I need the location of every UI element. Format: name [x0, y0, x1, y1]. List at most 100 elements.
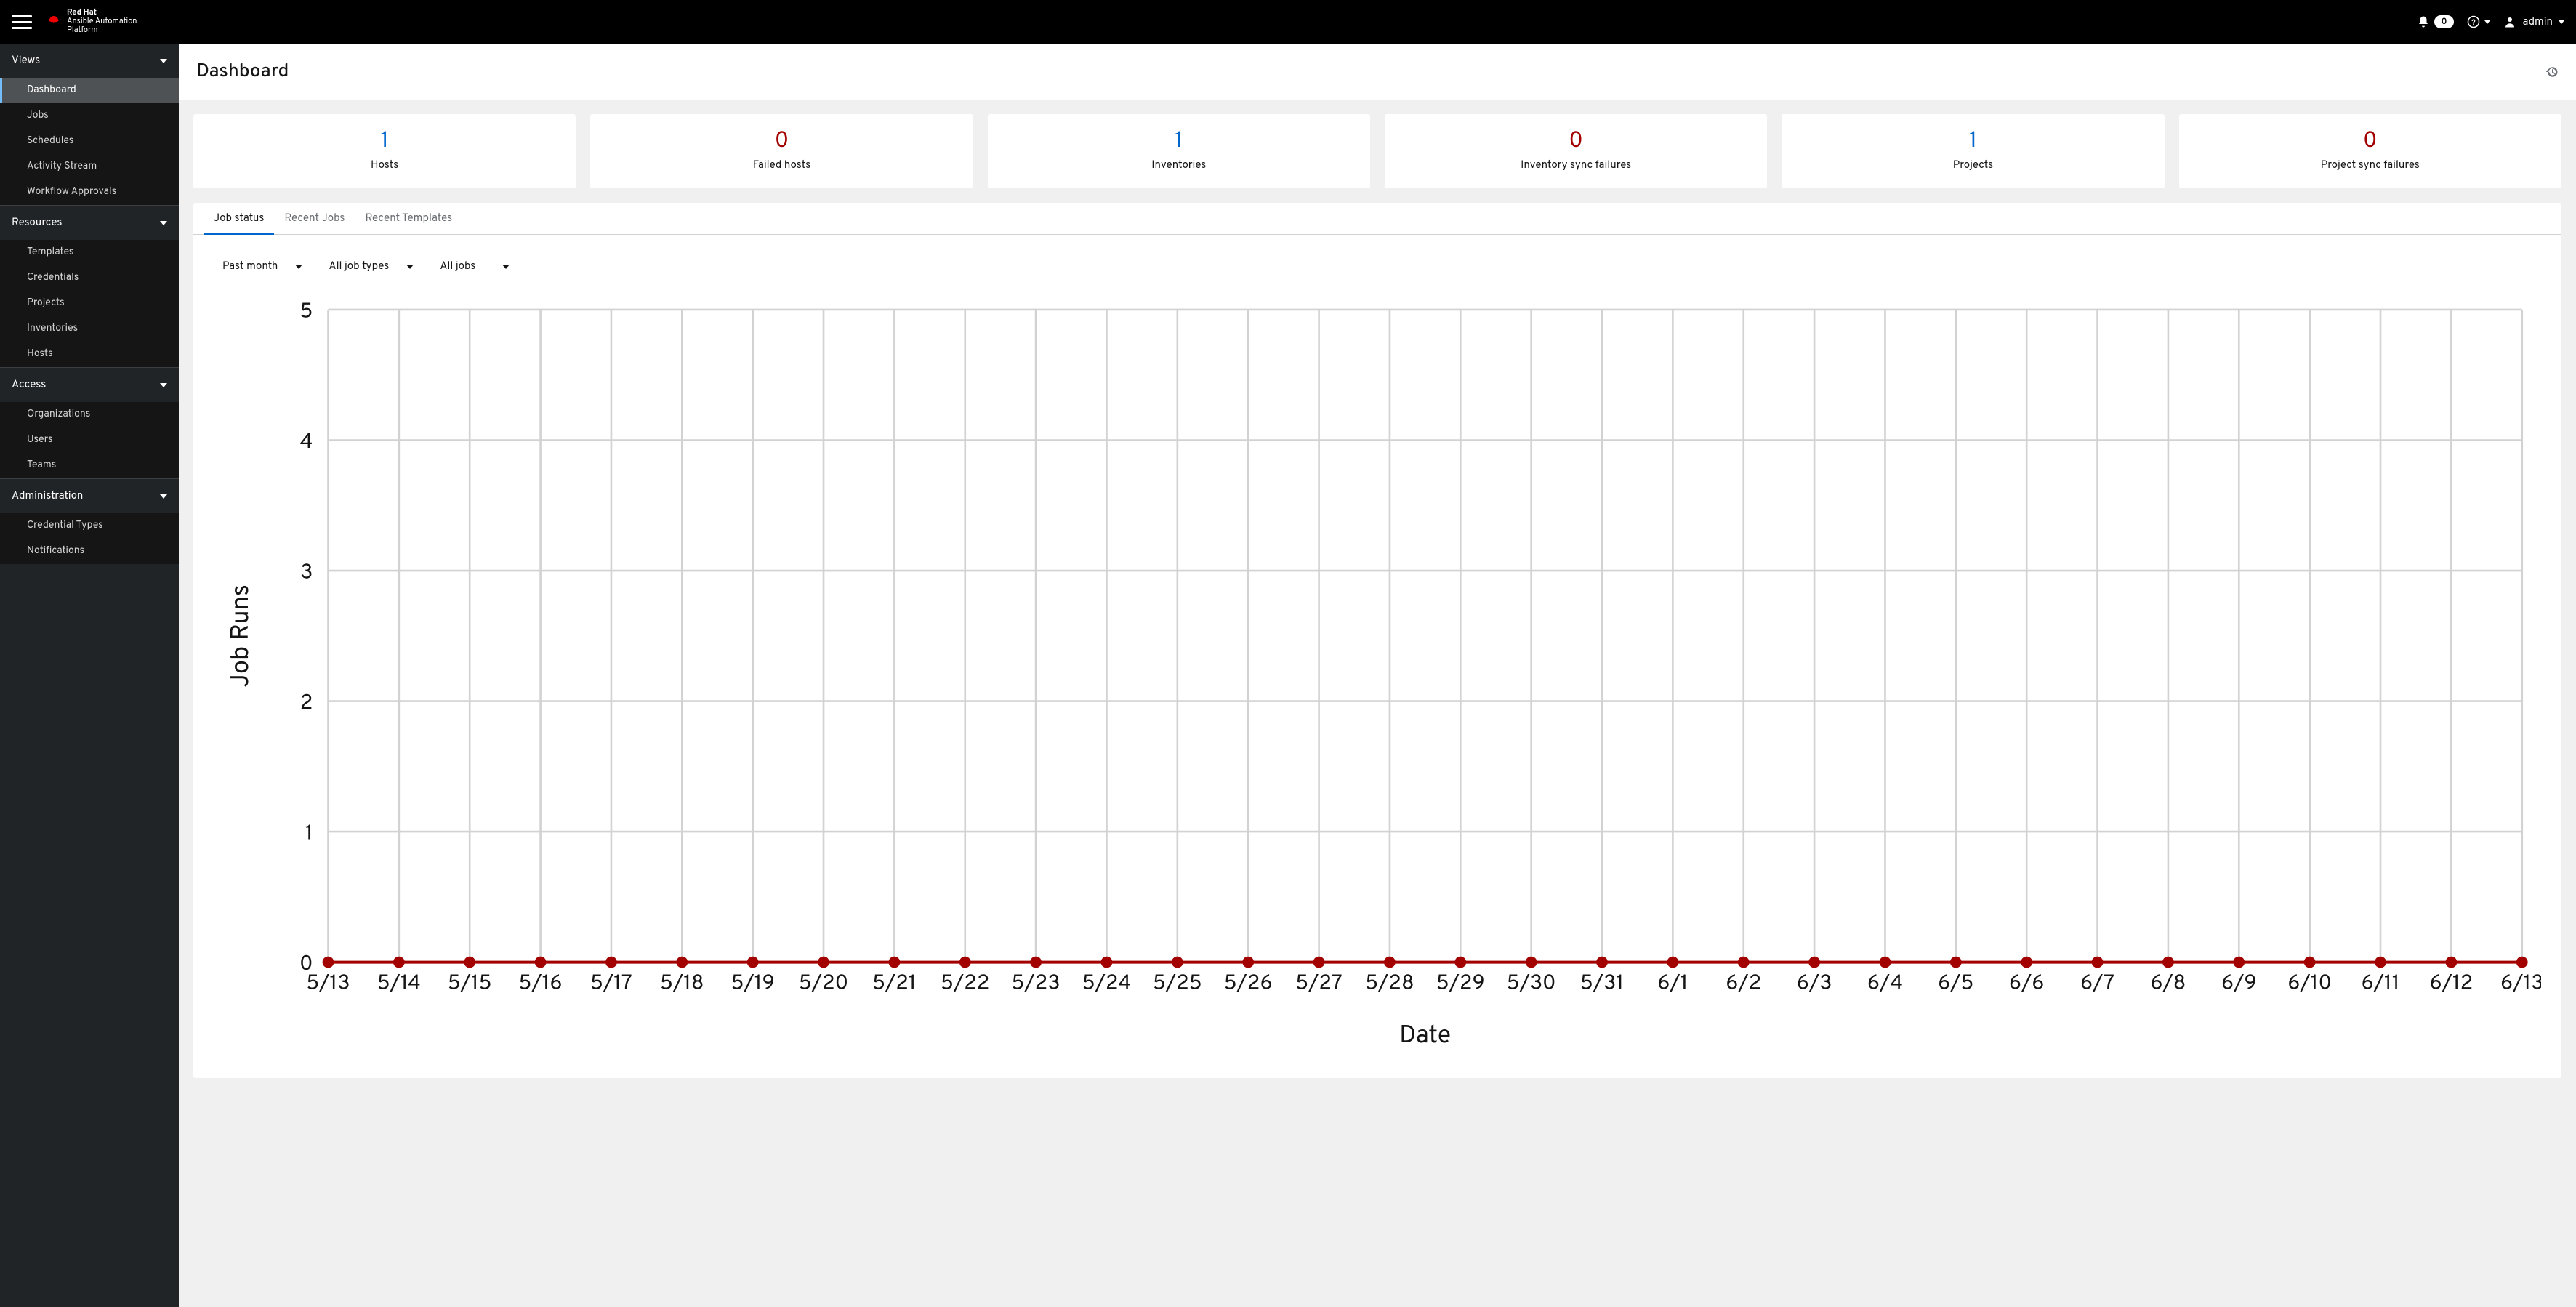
hamburger-menu-button[interactable] [12, 12, 32, 32]
history-icon[interactable] [2545, 65, 2559, 79]
svg-text:5/21: 5/21 [872, 971, 917, 997]
svg-text:4: 4 [300, 430, 313, 457]
sidebar-item-schedules[interactable]: Schedules [0, 129, 179, 154]
nav-section-views[interactable]: Views [0, 44, 179, 78]
sidebar-item-templates[interactable]: Templates [0, 240, 179, 265]
svg-text:Date: Date [1399, 1021, 1451, 1053]
nav-section-label: Access [12, 378, 46, 392]
question-circle-icon: ? [2467, 15, 2480, 28]
sidebar-item-notifications[interactable]: Notifications [0, 539, 179, 564]
stat-card-inventory-sync-failures[interactable]: 0Inventory sync failures [1385, 114, 1767, 188]
caret-down-icon [502, 265, 510, 269]
job-status-select-label: All jobs [440, 260, 475, 273]
sidebar-item-credentials[interactable]: Credentials [0, 265, 179, 291]
stat-label: Inventories [995, 158, 1363, 172]
svg-text:5/26: 5/26 [1224, 971, 1273, 997]
stat-label: Hosts [201, 158, 568, 172]
chevron-down-icon [160, 383, 167, 387]
svg-text:5/20: 5/20 [799, 971, 848, 997]
user-icon [2503, 15, 2516, 28]
svg-text:5/19: 5/19 [731, 971, 775, 997]
svg-text:6/11: 6/11 [2362, 971, 2400, 997]
job-status-select[interactable]: All jobs [431, 255, 518, 278]
sidebar-item-dashboard[interactable]: Dashboard [0, 78, 179, 103]
tab-recent-templates[interactable]: Recent Templates [355, 203, 462, 235]
panel-tabs: Job statusRecent JobsRecent Templates [193, 203, 2561, 235]
svg-text:1: 1 [305, 822, 313, 848]
svg-text:3: 3 [300, 561, 313, 587]
nav-section-label: Views [12, 54, 40, 68]
notifications-button[interactable]: 0 [2417, 15, 2455, 28]
svg-text:5/18: 5/18 [660, 971, 704, 997]
sidebar-item-teams[interactable]: Teams [0, 453, 179, 478]
notification-count-badge: 0 [2434, 15, 2455, 28]
chevron-down-icon [160, 221, 167, 225]
svg-text:6/3: 6/3 [1797, 971, 1832, 997]
svg-text:5/30: 5/30 [1507, 971, 1556, 997]
svg-text:6/5: 6/5 [1938, 971, 1973, 997]
svg-text:6/12: 6/12 [2429, 971, 2473, 997]
caret-down-icon [2559, 20, 2564, 24]
sidebar-item-organizations[interactable]: Organizations [0, 402, 179, 427]
period-select[interactable]: Past month [214, 255, 311, 278]
stat-card-inventories[interactable]: 1 Inventories [988, 114, 1370, 188]
sidebar-item-jobs[interactable]: Jobs [0, 103, 179, 129]
svg-text:5/15: 5/15 [448, 971, 492, 997]
sidebar-item-workflow-approvals[interactable]: Workflow Approvals [0, 180, 179, 205]
bell-icon [2417, 15, 2430, 28]
stat-value: 0 [1392, 129, 1760, 156]
stat-card-hosts[interactable]: 1Hosts [193, 114, 576, 188]
sidebar-item-inventories[interactable]: Inventories [0, 316, 179, 342]
chevron-down-icon [160, 494, 167, 499]
svg-text:?: ? [2472, 19, 2476, 28]
top-header: Red Hat Ansible Automation Platform 0 ? … [0, 0, 2576, 44]
nav-section-administration[interactable]: Administration [0, 478, 179, 513]
tab-job-status[interactable]: Job status [204, 203, 274, 235]
chart-filters: Past month All job types All jobs [193, 235, 2561, 287]
redhat-icon [47, 12, 61, 32]
chart-svg: 0123455/135/145/155/165/175/185/195/205/… [214, 294, 2541, 1058]
main-content: Dashboard 1Hosts0Failed hosts1Inventorie… [179, 44, 2576, 1307]
sidebar-item-credential-types[interactable]: Credential Types [0, 513, 179, 539]
page-header: Dashboard [179, 44, 2576, 100]
svg-text:5/17: 5/17 [590, 971, 632, 997]
svg-text:5: 5 [300, 299, 313, 326]
svg-text:Job Runs: Job Runs [227, 584, 258, 688]
svg-text:6/10: 6/10 [2287, 971, 2332, 997]
user-menu-button[interactable]: admin [2503, 15, 2564, 29]
svg-text:6/7: 6/7 [2080, 971, 2114, 997]
svg-text:5/29: 5/29 [1436, 971, 1485, 997]
tab-recent-jobs[interactable]: Recent Jobs [274, 203, 355, 235]
stat-card-failed-hosts[interactable]: 0Failed hosts [590, 114, 973, 188]
svg-text:5/28: 5/28 [1365, 971, 1414, 997]
svg-text:5/31: 5/31 [1580, 971, 1624, 997]
svg-text:5/25: 5/25 [1153, 971, 1202, 997]
caret-down-icon [406, 265, 414, 269]
job-type-select[interactable]: All job types [320, 255, 422, 278]
caret-down-icon [2484, 20, 2490, 24]
nav-section-access[interactable]: Access [0, 367, 179, 402]
svg-text:2: 2 [300, 691, 313, 717]
svg-text:5/16: 5/16 [519, 971, 563, 997]
svg-text:5/24: 5/24 [1082, 971, 1131, 997]
stat-value: 1 [995, 129, 1363, 156]
stat-value: 1 [1789, 129, 2157, 156]
svg-text:6/8: 6/8 [2150, 971, 2186, 997]
svg-text:5/22: 5/22 [941, 971, 989, 997]
sidebar-item-projects[interactable]: Projects [0, 291, 179, 316]
nav-section-resources[interactable]: Resources [0, 205, 179, 240]
svg-text:5/14: 5/14 [377, 971, 421, 997]
stat-card-project-sync-failures[interactable]: 0Project sync failures [2179, 114, 2561, 188]
stat-label: Projects [1789, 158, 2157, 172]
sidebar-nav: Views DashboardJobsSchedulesActivity Stre… [0, 44, 179, 1307]
svg-text:6/9: 6/9 [2221, 971, 2257, 997]
sidebar-item-users[interactable]: Users [0, 427, 179, 453]
svg-text:5/13: 5/13 [306, 971, 350, 997]
sidebar-item-hosts[interactable]: Hosts [0, 342, 179, 367]
stat-card-projects[interactable]: 1 Projects [1782, 114, 2164, 188]
stat-label: Failed hosts [597, 158, 965, 172]
brand-text: Red Hat Ansible Automation Platform [67, 9, 137, 35]
brand-logo[interactable]: Red Hat Ansible Automation Platform [47, 9, 137, 35]
help-menu-button[interactable]: ? [2467, 15, 2490, 28]
sidebar-item-activity-stream[interactable]: Activity Stream [0, 154, 179, 180]
